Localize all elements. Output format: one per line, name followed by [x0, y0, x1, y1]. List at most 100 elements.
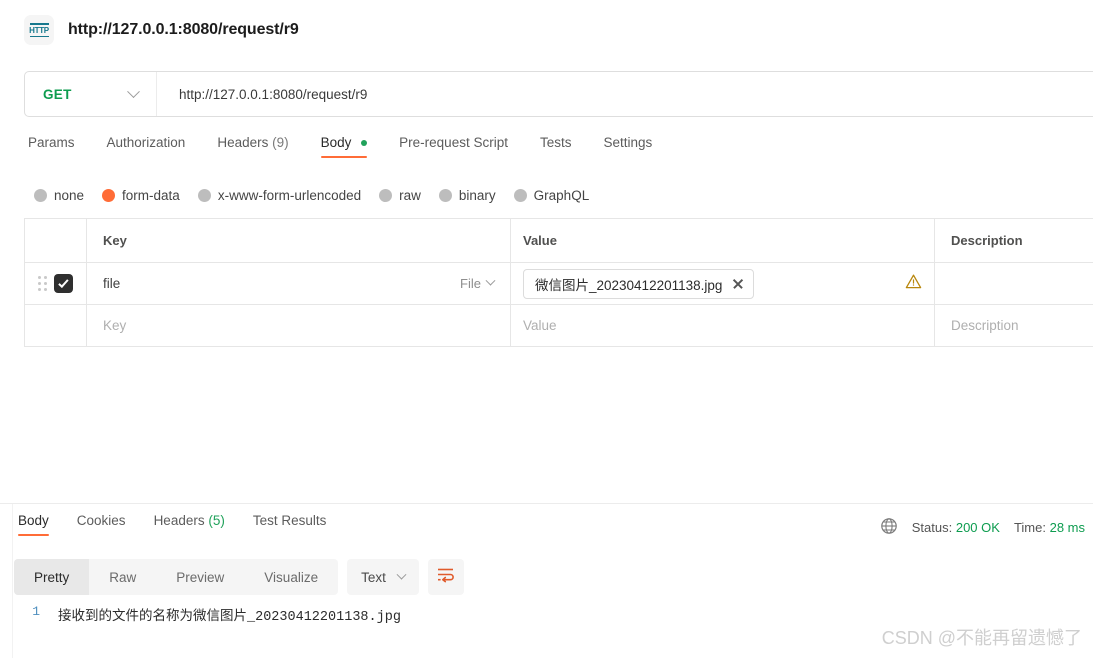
radio-icon: [34, 188, 47, 202]
row-key-cell[interactable]: file File: [87, 263, 511, 304]
line-number: 1: [32, 604, 40, 619]
status-badge: Status: 200 OK: [912, 520, 1000, 535]
chevron-down-icon: [127, 84, 140, 98]
tab-body[interactable]: Body: [305, 135, 384, 158]
body-type-graphql[interactable]: GraphQL: [513, 187, 590, 203]
drag-handle-icon[interactable]: [38, 276, 47, 291]
body-type-graphql-label: GraphQL: [533, 187, 590, 203]
response-status-meta: Status: 200 OK Time: 28 ms: [880, 517, 1085, 538]
body-type-none[interactable]: none: [34, 188, 84, 203]
table-header-value-cell: Value: [511, 219, 935, 262]
table-header-description-cell: Description: [935, 219, 1093, 262]
tab-body-label: Body: [320, 135, 352, 150]
method-label: GET: [43, 86, 72, 102]
row-key-value: file: [103, 276, 121, 291]
column-header-value: Value: [523, 233, 557, 248]
body-type-raw-label: raw: [399, 187, 421, 203]
radio-icon: [379, 188, 393, 202]
response-format-selector[interactable]: Text: [347, 559, 419, 595]
http-protocol-icon: HTTP: [24, 15, 54, 45]
chevron-down-icon: [396, 569, 407, 580]
file-warning-icon: [905, 273, 922, 295]
row-enabled-checkbox[interactable]: [54, 274, 73, 293]
tab-settings-label: Settings: [603, 135, 653, 150]
table-header-key-cell: Key: [87, 219, 511, 262]
table-header-row: Key Value Description: [25, 219, 1093, 263]
body-type-urlencoded-label: x-www-form-urlencoded: [217, 187, 362, 203]
placeholder-value-text: Value: [523, 318, 557, 333]
response-tab-test-results[interactable]: Test Results: [239, 513, 341, 536]
form-data-table: Key Value Description file File 微信图片_202…: [24, 218, 1093, 347]
word-wrap-button[interactable]: [427, 559, 464, 595]
radio-icon: [438, 188, 452, 202]
tab-pre-request-script-label: Pre-request Script: [399, 135, 508, 150]
check-icon: [58, 276, 69, 288]
request-tabs: Params Authorization Headers (9) Body Pr…: [24, 135, 668, 167]
method-selector[interactable]: GET: [25, 72, 157, 116]
body-type-binary-label: binary: [458, 187, 496, 203]
time-badge: Time: 28 ms: [1014, 520, 1085, 535]
tab-tests[interactable]: Tests: [524, 135, 588, 158]
tab-settings[interactable]: Settings: [587, 135, 668, 158]
view-mode-raw-label: Raw: [109, 569, 137, 585]
radio-icon: [197, 188, 211, 202]
placeholder-value-cell[interactable]: Value: [511, 305, 935, 346]
time-label: Time:: [1013, 520, 1046, 535]
tab-params[interactable]: Params: [24, 135, 91, 158]
url-bar: GET: [24, 71, 1093, 117]
placeholder-description-cell[interactable]: Description: [935, 305, 1093, 346]
row-type-label: File: [460, 276, 481, 291]
row-value-cell[interactable]: 微信图片_20230412201138.jpg: [511, 263, 935, 304]
file-name-label: 微信图片_20230412201138.jpg: [535, 277, 723, 293]
status-value: 200 OK: [955, 520, 1000, 535]
response-tab-headers-count: (5): [208, 513, 225, 528]
response-tab-body[interactable]: Body: [14, 513, 63, 536]
body-type-urlencoded[interactable]: x-www-form-urlencoded: [197, 187, 362, 203]
response-tab-body-label: Body: [18, 513, 49, 528]
view-mode-preview-label: Preview: [176, 569, 225, 585]
body-type-radio-group: none form-data x-www-form-urlencoded raw…: [34, 183, 589, 207]
tab-pre-request-script[interactable]: Pre-request Script: [383, 135, 524, 158]
placeholder-controls-cell: [25, 305, 87, 346]
tab-params-label: Params: [28, 135, 75, 150]
radio-icon: [513, 188, 527, 202]
watermark: CSDN @不能再留遗憾了: [881, 628, 1082, 648]
response-body-line: 接收到的文件的名称为微信图片_20230412201138.jpg: [58, 610, 401, 625]
view-mode-visualize-label: Visualize: [264, 569, 319, 585]
globe-icon: [880, 517, 898, 538]
view-mode-raw[interactable]: Raw: [89, 559, 156, 595]
word-wrap-icon: [437, 567, 455, 588]
url-input[interactable]: [157, 86, 1093, 102]
placeholder-key-cell[interactable]: Key: [87, 305, 511, 346]
response-body-viewer[interactable]: 1 接收到的文件的名称为微信图片_20230412201138.jpg: [24, 604, 401, 625]
row-controls-cell: [25, 263, 87, 304]
body-type-raw[interactable]: raw: [379, 188, 421, 203]
tab-headers-label: Headers: [217, 135, 269, 150]
view-mode-preview[interactable]: Preview: [156, 559, 244, 595]
table-header-select-cell: [25, 219, 87, 262]
body-type-form-data[interactable]: form-data: [102, 188, 180, 203]
body-type-form-data-label: form-data: [122, 187, 180, 203]
row-type-selector[interactable]: File: [460, 275, 496, 291]
response-tab-headers[interactable]: Headers (5): [140, 513, 239, 536]
http-protocol-icon-label: HTTP: [29, 25, 49, 35]
tab-headers-count: (9): [272, 135, 289, 150]
time-value: 28 ms: [1049, 520, 1085, 535]
tab-headers[interactable]: Headers (9): [201, 135, 304, 158]
view-mode-pretty[interactable]: Pretty: [14, 559, 90, 595]
placeholder-description-text: Description: [951, 318, 1019, 333]
response-toolbar: Pretty Raw Preview Visualize Text: [14, 559, 464, 595]
view-mode-visualize[interactable]: Visualize: [244, 559, 338, 595]
response-tab-headers-label: Headers: [153, 513, 205, 528]
row-description-cell[interactable]: [935, 263, 1093, 304]
body-modified-dot-icon: [361, 140, 368, 146]
body-type-binary[interactable]: binary: [438, 187, 496, 203]
response-view-mode-group: Pretty Raw Preview Visualize: [14, 559, 339, 595]
page-title: http://127.0.0.1:8080/request/r9: [68, 21, 299, 38]
response-format-label: Text: [361, 569, 386, 585]
response-left-rule: [12, 504, 13, 658]
response-tab-cookies[interactable]: Cookies: [63, 513, 140, 536]
response-pane-divider: [0, 503, 1093, 504]
tab-authorization[interactable]: Authorization: [91, 135, 202, 158]
remove-file-icon[interactable]: [732, 278, 744, 290]
